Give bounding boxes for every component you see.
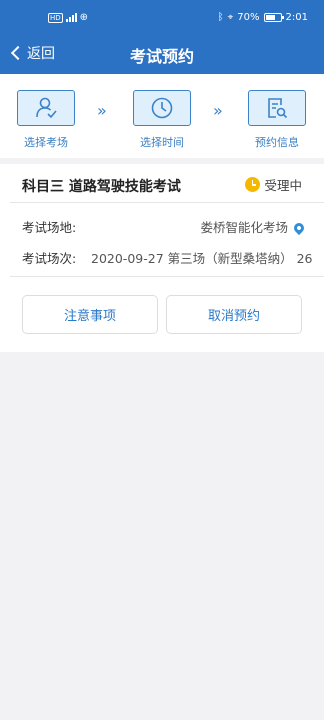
status-bar: HD ⊕ ᛒ ⌖ 70% 2:01 — [0, 0, 324, 34]
step-label: 预约信息 — [255, 136, 299, 149]
exam-notes-button[interactable]: 注意事项 — [22, 295, 158, 334]
divider — [10, 276, 324, 277]
step-booking-info[interactable]: 预约信息 — [247, 90, 307, 150]
hd-badge: HD — [48, 12, 63, 23]
nav-bar: 返回 考试预约 — [0, 34, 324, 74]
signal-icon — [65, 13, 77, 22]
booking-steps: 选择考场 » 选择时间 » 预约信息 — [0, 74, 324, 158]
booking-card: 科目三 道路驾驶技能考试 受理中 考试场地: 娄桥智能化考场 考试场次: 202… — [0, 164, 324, 352]
location-icon: ⌖ — [227, 12, 234, 23]
user-check-icon — [17, 90, 75, 126]
pending-clock-icon — [245, 177, 261, 192]
map-pin-icon — [291, 220, 307, 236]
step-arrow: » — [97, 101, 107, 120]
status-badge: 受理中 — [245, 175, 302, 194]
battery-icon — [263, 13, 284, 22]
session-label: 考试场次: — [22, 251, 77, 266]
battery-percent: 70% — [237, 12, 260, 23]
step-label: 选择时间 — [140, 136, 184, 149]
clock-time: 2:01 — [285, 12, 308, 23]
step-label: 选择考场 — [24, 136, 68, 149]
clock-icon — [133, 90, 191, 126]
globe-icon: ⊕ — [79, 12, 89, 23]
page-title: 考试预约 — [129, 47, 194, 66]
session-value: 2020-09-27 第三场（新型桑塔纳） 26 — [91, 251, 313, 266]
divider — [10, 202, 324, 203]
step-arrow: » — [213, 101, 223, 120]
bluetooth-icon: ᛒ — [217, 12, 224, 23]
venue-value: 娄桥智能化考场 — [200, 220, 288, 235]
venue-label: 考试场地: — [22, 220, 77, 235]
venue-value-row[interactable]: 娄桥智能化考场 — [200, 217, 307, 236]
document-search-icon — [248, 90, 306, 126]
status-left: HD ⊕ — [48, 12, 88, 23]
exam-subject: 科目三 道路驾驶技能考试 — [22, 179, 181, 195]
step-select-venue[interactable]: 选择考场 — [16, 90, 76, 150]
step-select-time[interactable]: 选择时间 — [132, 90, 192, 150]
cancel-booking-button[interactable]: 取消预约 — [166, 295, 302, 334]
status-right: ᛒ ⌖ 70% 2:01 — [218, 12, 308, 23]
status-text: 受理中 — [264, 178, 302, 193]
